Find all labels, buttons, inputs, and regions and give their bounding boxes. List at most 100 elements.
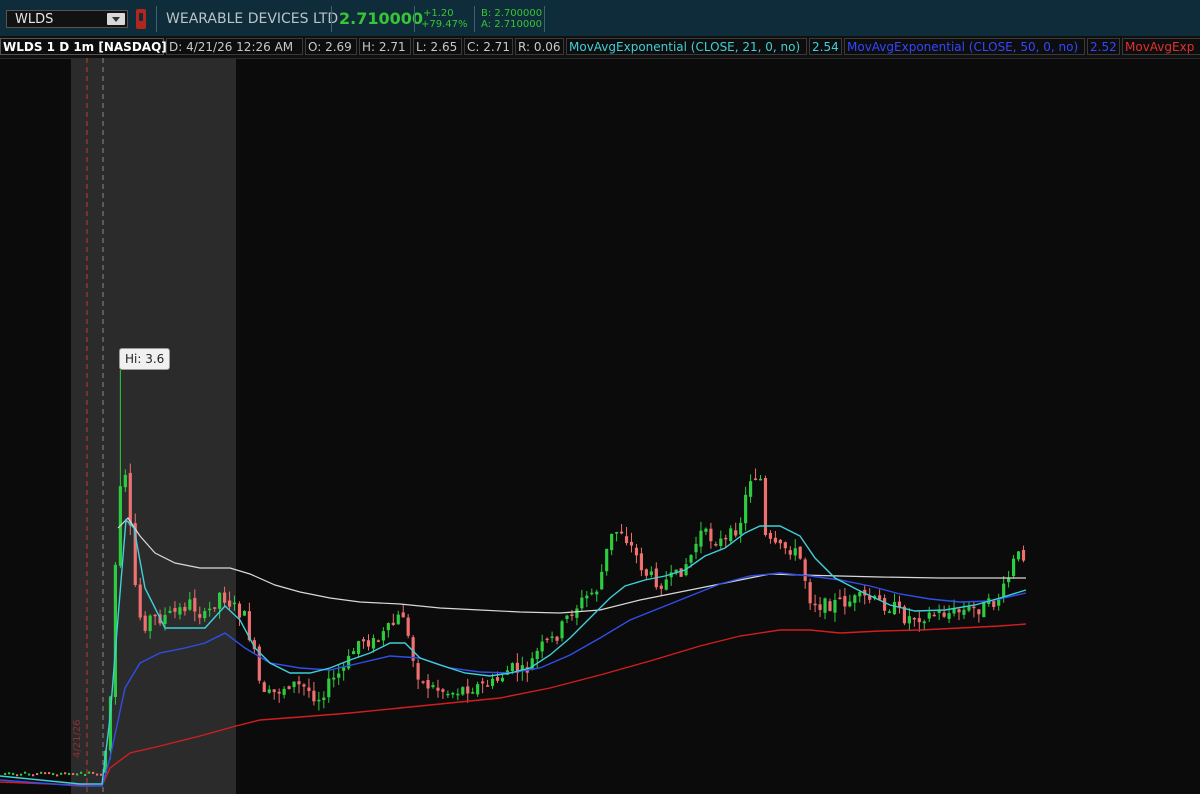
candle-body <box>272 689 276 693</box>
candle-body <box>218 592 222 609</box>
candle-body <box>426 679 430 689</box>
candle-body <box>297 681 301 685</box>
study-values-bar: WLDS 1 D 1m [NASDAQ] D: 4/21/26 12:26 AM… <box>0 36 1200 59</box>
bid-price: B: 2.700000 <box>481 8 543 19</box>
candle-body <box>342 667 346 671</box>
candle-body <box>555 636 559 641</box>
candle-body <box>758 478 763 481</box>
candle-body <box>12 772 15 775</box>
candle-body <box>982 602 986 618</box>
candle-body <box>287 686 291 689</box>
candle-body <box>634 547 639 556</box>
candle-body <box>163 614 167 624</box>
candle-body <box>922 621 926 624</box>
candle-body <box>808 582 812 604</box>
candle-body <box>882 598 887 611</box>
candle-body <box>376 640 380 642</box>
candle-body <box>838 597 842 599</box>
price-chart[interactable]: 4/21/26 <box>0 58 1200 794</box>
candle-body <box>356 641 361 654</box>
candle-body <box>942 612 946 617</box>
symbol-selector[interactable]: WLDS <box>6 10 128 28</box>
candle-body <box>724 537 728 540</box>
candle-body <box>242 610 247 616</box>
candle-body <box>510 663 514 672</box>
ema21-study-label[interactable]: MovAvgExponential (CLOSE, 21, 0, no) <box>566 38 807 55</box>
candle-body <box>897 601 902 608</box>
candle-body <box>100 773 103 776</box>
quote-header: WLDS WEARABLE DEVICES LTD 2.710000 +1.20… <box>0 0 1200 37</box>
candle-body <box>366 640 371 647</box>
premarket-shading <box>71 58 236 794</box>
candle-body <box>451 692 455 695</box>
candle-body <box>307 687 311 692</box>
candle-body <box>495 677 500 681</box>
net-change: +1.20 <box>423 8 454 19</box>
candle-body <box>128 472 132 526</box>
candle-body <box>753 478 758 480</box>
candle-body <box>80 771 83 774</box>
candle-body <box>892 601 897 615</box>
candle-body <box>381 631 385 641</box>
close-readout: C: 2.71 <box>464 38 513 55</box>
candle-body <box>60 772 63 775</box>
candle-body <box>168 610 172 613</box>
candle-body <box>967 606 971 611</box>
candle-body <box>694 543 698 553</box>
high-annotation: Hi: 3.6 <box>119 348 171 370</box>
candle-body <box>917 618 921 623</box>
candle-body <box>20 773 23 776</box>
candle-body <box>773 537 777 543</box>
vwap-line <box>117 517 1026 614</box>
candle-body <box>188 599 192 610</box>
candle-body <box>44 772 47 775</box>
chevron-down-icon[interactable] <box>107 13 125 25</box>
candle-body <box>749 481 753 497</box>
candle-body <box>8 772 11 775</box>
candle-body <box>600 571 604 590</box>
ema50-study-label[interactable]: MovAvgExponential (CLOSE, 50, 0, no) <box>844 38 1085 55</box>
candle-body <box>262 682 266 693</box>
candle-body <box>56 774 59 777</box>
candle-body <box>927 612 931 619</box>
candle-body <box>123 474 127 488</box>
divider <box>544 6 545 32</box>
candle-body <box>704 528 708 532</box>
candle-body <box>68 772 71 775</box>
candle-body <box>570 614 574 616</box>
alert-icon[interactable] <box>136 9 146 29</box>
candle-body <box>4 772 7 775</box>
candle-body <box>237 603 242 618</box>
candle-body <box>401 612 405 618</box>
high-readout: H: 2.71 <box>359 38 411 55</box>
candle-body <box>535 650 539 660</box>
candle-body <box>590 592 594 595</box>
candle-body <box>416 663 420 680</box>
candle-body <box>28 773 31 776</box>
candle-body <box>843 596 847 607</box>
candle-body <box>823 598 827 613</box>
symbol-text: WLDS <box>15 12 54 27</box>
candle-body <box>778 539 782 544</box>
candle-body <box>624 536 629 544</box>
candle-body <box>828 601 832 611</box>
candle-body <box>446 693 450 696</box>
session-date-label: 4/21/26 <box>72 719 83 758</box>
candle-body <box>173 608 177 612</box>
candle-body <box>932 614 936 617</box>
candle-body <box>972 606 976 609</box>
candle-body <box>540 641 544 652</box>
last-price: 2.710000 <box>339 9 424 28</box>
candle-body <box>937 610 941 613</box>
candle-body <box>178 607 182 615</box>
candle-body <box>739 522 743 535</box>
candle-body <box>227 600 232 607</box>
candle-body <box>24 771 27 774</box>
ema-slow-study-label[interactable]: MovAvgExp <box>1122 38 1200 55</box>
candle-body <box>371 637 376 649</box>
candle-body <box>734 530 738 536</box>
candle-body <box>352 651 356 655</box>
chart-title[interactable]: WLDS 1 D 1m [NASDAQ] <box>0 38 167 55</box>
candle-body <box>317 699 321 702</box>
low-readout: L: 2.65 <box>413 38 462 55</box>
